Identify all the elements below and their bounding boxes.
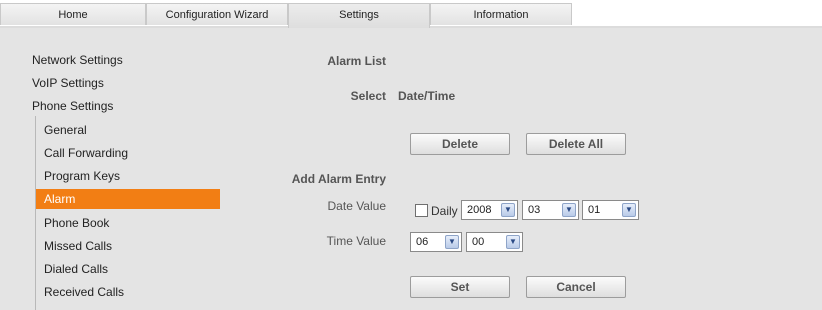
alarm-content: Alarm List Select Date/Time Delete Delet… [220,28,822,310]
chevron-down-icon: ▼ [622,203,636,217]
add-alarm-entry-heading: Add Alarm Entry [291,172,386,186]
day-select-value: 01 [588,204,601,216]
minute-select[interactable]: 00 ▼ [466,232,523,252]
year-select-value: 2008 [467,204,492,216]
delete-all-button[interactable]: Delete All [526,133,626,155]
day-select[interactable]: 01 ▼ [582,200,639,220]
chevron-down-icon: ▼ [445,235,459,249]
delete-button[interactable]: Delete [410,133,510,155]
date-value-label: Date Value [327,199,386,213]
datetime-column-header: Date/Time [398,89,456,103]
sidebar-item-missed-calls[interactable]: Missed Calls [44,239,112,253]
alarm-list-heading: Alarm List [327,54,386,68]
tab-configuration-wizard[interactable]: Configuration Wizard [146,3,288,25]
daily-label: Daily [431,204,458,218]
daily-checkbox[interactable] [415,204,428,217]
sidebar-item-program-keys[interactable]: Program Keys [44,169,120,183]
sidebar-item-dialed-calls[interactable]: Dialed Calls [44,262,108,276]
set-button[interactable]: Set [410,276,510,298]
chevron-down-icon: ▼ [506,235,520,249]
sidebar-item-voip-settings[interactable]: VoIP Settings [32,76,104,90]
select-column-header: Select [350,89,386,103]
sidebar-item-received-calls[interactable]: Received Calls [44,285,124,299]
sidebar-item-network-settings[interactable]: Network Settings [32,53,123,67]
minute-select-value: 00 [472,236,485,248]
submenu-guide-line [35,116,36,310]
month-select[interactable]: 03 ▼ [522,200,579,220]
hour-select-value: 06 [416,236,429,248]
main-panel: Network Settings VoIP Settings Phone Set… [0,28,822,310]
month-select-value: 03 [528,204,541,216]
chevron-down-icon: ▼ [501,203,515,217]
sidebar-item-general[interactable]: General [44,123,87,137]
tab-settings[interactable]: Settings [288,3,430,28]
time-value-label: Time Value [326,234,386,248]
sidebar-item-alarm[interactable]: Alarm [36,189,220,209]
top-nav: Home Configuration Wizard Settings Infor… [0,0,822,28]
sidebar-item-alarm-label: Alarm [44,192,76,206]
cancel-button[interactable]: Cancel [526,276,626,298]
tab-home[interactable]: Home [0,3,146,25]
sidebar: Network Settings VoIP Settings Phone Set… [0,28,220,310]
sidebar-item-phone-book[interactable]: Phone Book [44,216,109,230]
sidebar-item-phone-settings[interactable]: Phone Settings [32,99,113,113]
year-select[interactable]: 2008 ▼ [461,200,518,220]
tab-information[interactable]: Information [430,3,572,25]
sidebar-item-call-forwarding[interactable]: Call Forwarding [44,146,128,160]
hour-select[interactable]: 06 ▼ [410,232,462,252]
chevron-down-icon: ▼ [562,203,576,217]
